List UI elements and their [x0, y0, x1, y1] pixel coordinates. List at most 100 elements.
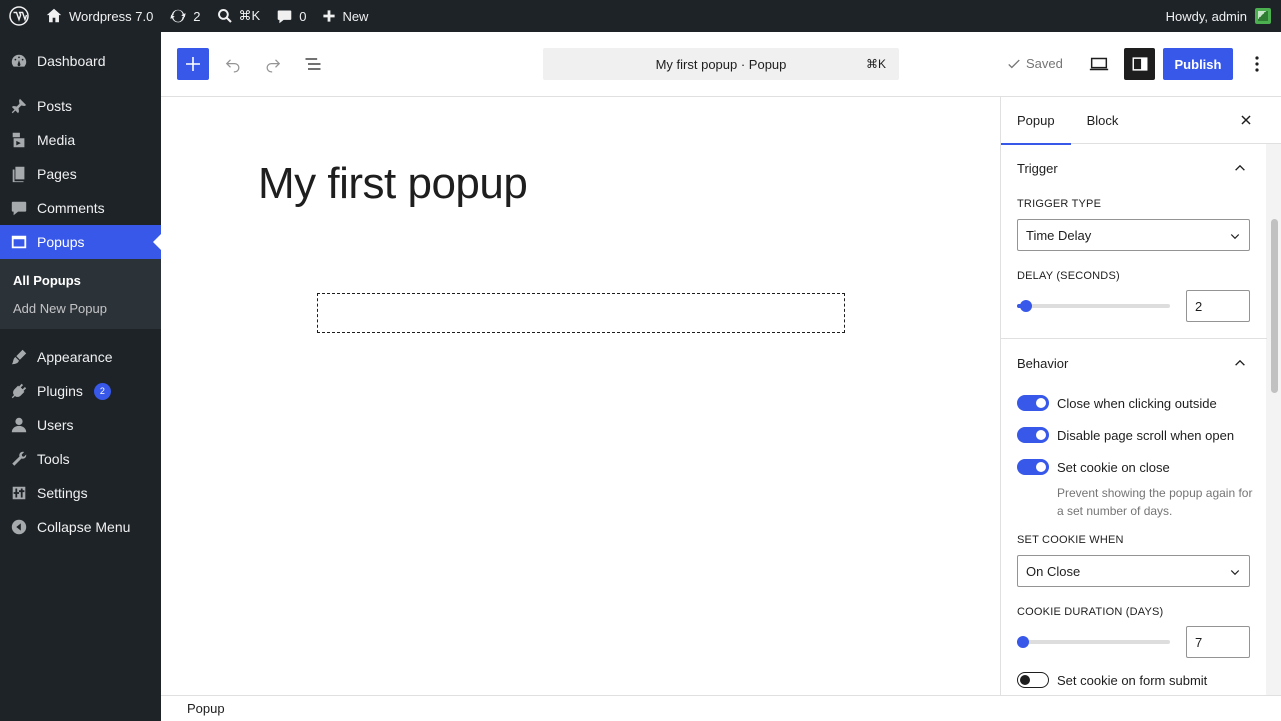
behavior-panel-toggle[interactable]: Behavior — [1017, 339, 1251, 387]
home-icon — [46, 8, 62, 23]
sidebar-item-popups[interactable]: Popups — [0, 225, 161, 259]
sidebar-item-users[interactable]: Users — [0, 408, 161, 442]
desktop-icon — [1089, 57, 1109, 71]
new-content-link[interactable]: New — [314, 0, 376, 32]
admin-bar: Wordpress 7.0 2 ⌘K 0 New Howdy, admin — [0, 0, 1281, 32]
trigger-type-select[interactable]: Time Delay — [1017, 219, 1250, 251]
sidebar-item-label: Popups — [37, 234, 85, 250]
settings-tabs: Popup Block — [1001, 97, 1281, 145]
delay-input[interactable]: 2 — [1186, 290, 1250, 322]
sidebar-item-label: Appearance — [37, 349, 113, 365]
cookie-on-close-toggle[interactable] — [1017, 459, 1049, 475]
block-inserter-button[interactable] — [177, 48, 209, 80]
media-icon — [12, 132, 25, 148]
post-title[interactable]: My first popup — [258, 159, 528, 209]
options-menu-button[interactable] — [1249, 52, 1265, 76]
sidebar-item-label: Users — [37, 417, 74, 433]
delay-label: DELAY (SECONDS) — [1017, 270, 1120, 282]
saved-status: Saved — [1007, 56, 1063, 71]
disable-scroll-toggle[interactable] — [1017, 427, 1049, 443]
scrollbar-thumb[interactable] — [1271, 219, 1278, 393]
trigger-panel-toggle[interactable]: Trigger — [1017, 144, 1251, 192]
more-vertical-icon — [1255, 56, 1259, 72]
sidebar-item-appearance[interactable]: Appearance — [0, 340, 161, 374]
settings-sidebar: Popup Block Trigger TRIGGER TYPE Time De… — [1000, 97, 1281, 695]
behavior-heading: Behavior — [1017, 355, 1069, 371]
comments-link[interactable]: 0 — [268, 0, 314, 32]
user-icon — [11, 417, 27, 433]
settings-sidebar-toggle[interactable] — [1124, 48, 1155, 80]
empty-popup-block[interactable] — [317, 293, 845, 333]
cookie-on-form-submit-toggle[interactable] — [1017, 672, 1049, 688]
toggle-row-close-outside[interactable]: Close when clicking outside — [1017, 387, 1251, 419]
sidebar-item-settings[interactable]: Settings — [0, 476, 161, 510]
tab-popup[interactable]: Popup — [1001, 97, 1071, 145]
cookie-duration-slider[interactable] — [1017, 636, 1170, 648]
list-view-icon — [305, 58, 321, 70]
toggle-label: Close when clicking outside — [1057, 395, 1217, 411]
sidebar-item-pages[interactable]: Pages — [0, 157, 161, 191]
tab-block[interactable]: Block — [1071, 97, 1135, 144]
sidebar-scrollbar[interactable] — [1266, 144, 1281, 695]
wordpress-logo-button[interactable] — [0, 0, 37, 32]
delay-slider[interactable] — [1017, 300, 1170, 312]
admin-sidebar: Dashboard Posts Media Pages Comments Pop… — [0, 32, 161, 721]
toggle-row-disable-scroll[interactable]: Disable page scroll when open — [1017, 419, 1251, 451]
search-link[interactable]: ⌘K — [209, 0, 269, 32]
editor-header: My first popup · Popup ⌘K Saved Publish — [161, 32, 1281, 97]
sidebar-item-media[interactable]: Media — [0, 123, 161, 157]
pages-icon — [12, 166, 25, 183]
saved-label: Saved — [1026, 56, 1063, 71]
close-icon — [1241, 115, 1251, 125]
undo-icon — [225, 59, 240, 73]
publish-button[interactable]: Publish — [1163, 48, 1233, 80]
trigger-type-label: TRIGGER TYPE — [1017, 198, 1102, 210]
settings-sliders-icon — [12, 486, 26, 500]
dashboard-icon — [11, 54, 27, 67]
editor-canvas: My first popup — [161, 97, 1000, 695]
account-menu[interactable]: Howdy, admin — [1158, 0, 1281, 32]
breadcrumb-item-popup[interactable]: Popup — [187, 701, 225, 716]
preview-device-button[interactable] — [1087, 52, 1111, 76]
pin-icon — [11, 98, 27, 114]
plugins-update-badge: 2 — [93, 382, 111, 400]
toggle-row-cookie-close[interactable]: Set cookie on close — [1017, 451, 1251, 483]
site-name-link[interactable]: Wordpress 7.0 — [37, 0, 161, 32]
comment-icon — [277, 10, 292, 23]
close-outside-toggle[interactable] — [1017, 395, 1049, 411]
delay-slider-thumb[interactable] — [1020, 300, 1033, 312]
cookie-when-select[interactable]: On Close — [1017, 555, 1250, 587]
cookie-duration-thumb[interactable] — [1017, 636, 1029, 648]
redo-button[interactable] — [261, 52, 285, 76]
sidebar-item-label: Collapse Menu — [37, 519, 131, 535]
sidebar-item-dashboard[interactable]: Dashboard — [0, 44, 161, 78]
close-settings-button[interactable] — [1237, 111, 1255, 132]
document-overview-button[interactable] — [301, 52, 325, 76]
sidebar-item-tools[interactable]: Tools — [0, 442, 161, 476]
popup-icon — [11, 235, 27, 249]
comment-icon — [11, 201, 27, 216]
updates-icon — [170, 9, 186, 23]
comments-count: 0 — [299, 8, 307, 24]
sidebar-item-plugins[interactable]: Plugins 2 — [0, 374, 161, 408]
command-shortcut: ⌘K — [865, 57, 886, 71]
sidebar-item-collapse-menu[interactable]: Collapse Menu — [0, 510, 161, 544]
undo-button[interactable] — [221, 52, 245, 76]
sidebar-item-label: Posts — [37, 98, 73, 114]
sidebar-panel-icon — [1132, 57, 1147, 71]
command-palette-bar[interactable]: My first popup · Popup ⌘K — [543, 48, 899, 80]
toggle-row-cookie-form[interactable]: Set cookie on form submit — [1017, 664, 1251, 695]
block-breadcrumb-footer: Popup — [161, 695, 1281, 721]
toggle-label: Set cookie on form submit — [1057, 672, 1208, 688]
check-icon — [1008, 59, 1020, 68]
updates-link[interactable]: 2 — [161, 0, 208, 32]
cookie-duration-input[interactable]: 7 — [1186, 626, 1250, 658]
sidebar-item-posts[interactable]: Posts — [0, 89, 161, 123]
submenu-add-new-popup[interactable]: Add New Popup — [0, 294, 161, 322]
sidebar-item-comments[interactable]: Comments — [0, 191, 161, 225]
trigger-panel: Trigger TRIGGER TYPE Time Delay DELAY (S… — [1001, 144, 1267, 339]
site-name: Wordpress 7.0 — [69, 8, 154, 24]
redo-icon — [266, 59, 281, 73]
submenu-all-popups[interactable]: All Popups — [0, 266, 161, 294]
plus-icon — [323, 10, 336, 22]
